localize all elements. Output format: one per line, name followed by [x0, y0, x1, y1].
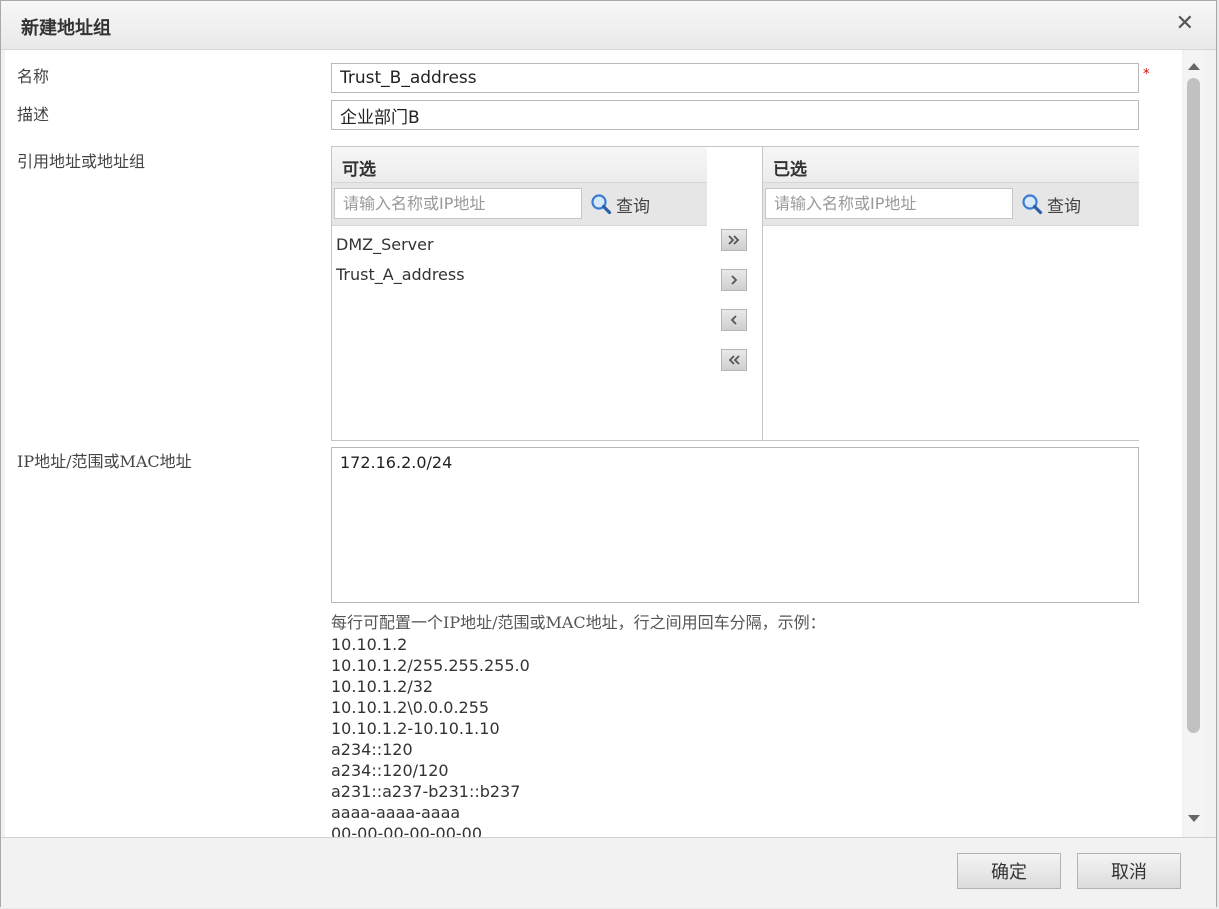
help-example: 10.10.1.2/32 — [331, 677, 434, 696]
available-search-bar: 查询 — [332, 183, 707, 226]
help-example: a231::a237-b231::b237 — [331, 782, 521, 801]
move-right-icon[interactable] — [721, 269, 747, 291]
selected-header: 已选 — [763, 147, 1139, 183]
scroll-thumb[interactable] — [1187, 78, 1200, 733]
name-label: 名称 — [17, 67, 50, 86]
move-all-left-icon[interactable] — [721, 349, 747, 371]
help-example: 10.10.1.2-10.10.1.10 — [331, 719, 500, 738]
magnifier-icon — [591, 194, 612, 215]
available-search-button[interactable]: 查询 — [590, 192, 650, 217]
selected-panel: 已选 查询 — [762, 147, 1139, 440]
close-icon[interactable]: ✕ — [1176, 11, 1194, 37]
magnifier-icon — [1022, 194, 1043, 215]
ip-textarea[interactable]: 172.16.2.0/24 — [331, 447, 1139, 603]
ok-button[interactable]: 确定 — [957, 853, 1061, 889]
dialog-title: 新建地址组 — [21, 18, 111, 39]
scroll-down-icon[interactable] — [1187, 813, 1201, 825]
help-title: 每行可配置一个IP地址/范围或MAC地址，行之间用回车分隔，示例： — [331, 613, 826, 632]
dialog-content: 名称 * 描述 引用地址或地址组 可选 查询 — [5, 50, 1182, 837]
name-field[interactable] — [331, 63, 1139, 93]
available-panel: 可选 查询 DMZ_Server Trust_A_address — [332, 147, 708, 440]
help-text: 每行可配置一个IP地址/范围或MAC地址，行之间用回车分隔，示例： 10.10.… — [331, 612, 1171, 837]
help-example: a234::120/120 — [331, 761, 449, 780]
list-item[interactable]: Trust_A_address — [332, 260, 707, 290]
selected-search-button[interactable]: 查询 — [1021, 192, 1081, 217]
vertical-scrollbar[interactable] — [1184, 50, 1204, 837]
selected-list — [763, 226, 1139, 230]
dialog-footer: 确定 取消 — [1, 837, 1216, 908]
move-all-right-icon[interactable] — [721, 229, 747, 251]
new-address-group-dialog: 新建地址组 ✕ 名称 * 描述 引用地址或地址组 可选 查询 — [0, 0, 1217, 908]
required-mark: * — [1143, 67, 1150, 82]
help-example: aaaa-aaaa-aaaa — [331, 803, 461, 822]
available-header: 可选 — [332, 147, 707, 183]
available-search-label: 查询 — [616, 196, 650, 217]
selected-search-label: 查询 — [1047, 196, 1081, 217]
available-list: DMZ_Server Trust_A_address — [332, 226, 707, 290]
reference-label: 引用地址或地址组 — [17, 152, 146, 171]
cancel-button[interactable]: 取消 — [1077, 853, 1181, 889]
description-field[interactable] — [331, 100, 1139, 130]
selected-search-input[interactable] — [765, 188, 1013, 219]
description-label: 描述 — [17, 105, 50, 124]
help-example: 10.10.1.2\0.0.0.255 — [331, 698, 490, 717]
move-left-icon[interactable] — [721, 309, 747, 331]
help-example: 10.10.1.2/255.255.255.0 — [331, 656, 530, 675]
move-buttons — [707, 147, 762, 440]
address-selector: 可选 查询 DMZ_Server Trust_A_address — [331, 146, 1139, 441]
available-search-input[interactable] — [334, 188, 582, 219]
selected-search-bar: 查询 — [763, 183, 1139, 226]
scroll-up-icon[interactable] — [1187, 60, 1201, 72]
help-example: 10.10.1.2 — [331, 635, 408, 654]
help-example: 00-00-00-00-00-00 — [331, 824, 483, 837]
list-item[interactable]: DMZ_Server — [332, 230, 707, 260]
help-example: a234::120 — [331, 740, 413, 759]
dialog-titlebar: 新建地址组 ✕ — [1, 1, 1216, 50]
ip-label: IP地址/范围或MAC地址 — [17, 452, 192, 471]
